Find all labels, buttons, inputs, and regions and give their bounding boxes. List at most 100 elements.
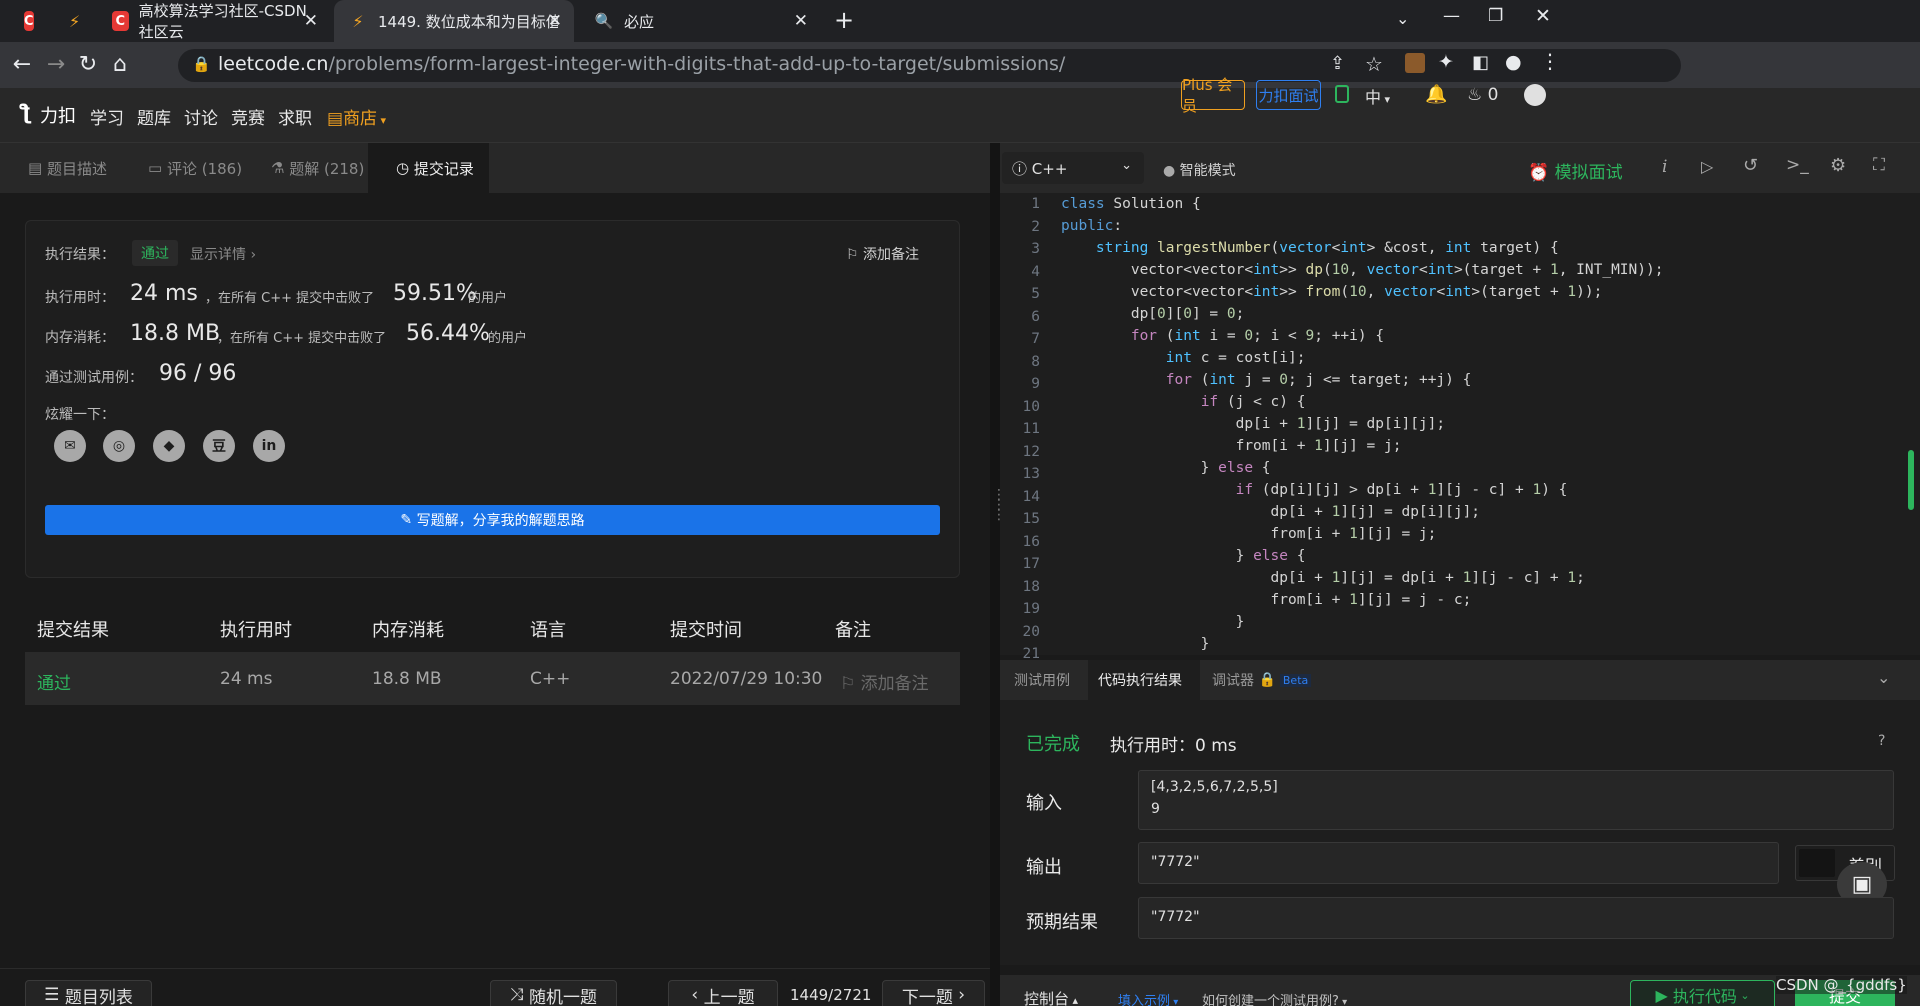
browser-tab-leetcode[interactable]: ⚡ 1449. 数位成本和为目标值的最大✕ <box>334 0 574 42</box>
nav-discuss[interactable]: 讨论 <box>184 104 218 129</box>
next-problem-button[interactable]: 下一题 › <box>882 980 985 1006</box>
console-toggle[interactable]: 控制台 ▴ <box>1024 988 1078 1006</box>
tab-run-result[interactable]: 代码执行结果 <box>1088 660 1200 700</box>
collapse-panel-icon[interactable]: ⌄ <box>1877 668 1890 687</box>
watermark: CSDN @_{gddfs} <box>1776 976 1907 994</box>
forward-icon[interactable]: → <box>42 52 70 77</box>
editor-scrollbar[interactable] <box>1908 450 1914 510</box>
expected-value: "7772" <box>1138 897 1894 939</box>
row-add-note[interactable]: ⚐ 添加备注 <box>840 669 929 694</box>
browser-tab-leetcode-pinned[interactable]: ⚡ <box>55 0 95 42</box>
panel-splitter[interactable] <box>990 143 1000 1006</box>
play-icon[interactable]: ▷ <box>1701 157 1713 176</box>
toggle-switch[interactable] <box>1799 849 1835 877</box>
interview-button[interactable]: 力扣面试 <box>1256 80 1321 110</box>
avatar[interactable] <box>1524 84 1546 106</box>
row-status[interactable]: 通过 <box>37 669 71 694</box>
side-panel-icon[interactable]: ◧ <box>1472 52 1489 73</box>
tab-search-icon[interactable]: ⌄ <box>1396 9 1409 28</box>
problem-list-label: 题目列表 <box>64 987 133 1006</box>
url-input[interactable]: 🔒 leetcode.cn/problems/form-largest-integ… <box>178 49 1681 82</box>
reset-icon[interactable]: ↺ <box>1743 155 1758 176</box>
tab-solutions[interactable]: ⚗ 题解 (218) <box>245 143 368 193</box>
leetcode-logo-icon[interactable]: ƪ <box>20 100 31 124</box>
status-badge: 通过 <box>132 240 178 266</box>
browser-tab-csdn-pinned[interactable]: C <box>10 0 55 42</box>
settings-gear-icon[interactable]: ⚙ <box>1830 155 1846 176</box>
language-select[interactable]: ⓘ C++ ⌄ <box>1002 152 1144 184</box>
reload-icon[interactable]: ↻ <box>74 52 102 77</box>
write-solution-button[interactable]: ✎ 写题解，分享我的解题思路 <box>45 505 940 535</box>
extension-avatar-icon[interactable] <box>1405 53 1425 73</box>
info-italic-icon[interactable]: i <box>1662 157 1667 177</box>
mock-interview-button[interactable]: ⏰ 模拟面试 <box>1528 158 1623 183</box>
tab-debugger[interactable]: 调试器 🔒 Beta <box>1202 660 1332 700</box>
nav-jobs[interactable]: 求职 <box>278 104 312 129</box>
chevron-up-icon: ▴ <box>1069 994 1079 1006</box>
close-tab-icon[interactable]: ✕ <box>548 11 562 31</box>
nav-contest[interactable]: 竞赛 <box>231 104 265 129</box>
plus-member-button[interactable]: Plus 会员 <box>1181 76 1245 115</box>
back-icon[interactable]: ← <box>8 52 36 77</box>
code-line: } else { <box>1061 460 1271 476</box>
run-code-button[interactable]: ▶ 执行代码 ⌄ <box>1630 980 1775 1006</box>
linkedin-icon[interactable]: in <box>253 430 285 462</box>
problem-list-button[interactable]: ☰ 题目列表 <box>25 980 152 1006</box>
col-header-time: 执行用时 <box>220 620 292 641</box>
fill-example-button[interactable]: 填入示例 ▾ <box>1118 990 1178 1006</box>
browser-tab-csdn[interactable]: C 高校算法学习社区-CSDN社区云 ✕ <box>98 0 330 42</box>
line-number: 10 <box>1022 398 1040 415</box>
tab-testcase[interactable]: 测试用例 <box>1000 660 1088 700</box>
site-logo-text[interactable]: 力扣 <box>40 102 76 128</box>
profile-icon[interactable]: ● <box>1505 51 1522 73</box>
chevron-down-icon: ▾ <box>1170 997 1179 1006</box>
language-switch[interactable]: 中 ▾ <box>1365 84 1390 108</box>
prev-problem-button[interactable]: ‹ 上一题 <box>668 980 778 1006</box>
close-tab-icon[interactable]: ✕ <box>794 11 808 31</box>
close-window-icon[interactable]: ✕ <box>1535 5 1551 27</box>
qq-icon[interactable]: ◆ <box>153 430 185 462</box>
smart-mode-toggle[interactable]: ● 智能模式 <box>1163 160 1236 180</box>
help-icon[interactable]: ? <box>1878 733 1885 749</box>
nav-problemset[interactable]: 题库 <box>137 104 171 129</box>
show-detail-link[interactable]: 显示详情 › <box>190 244 256 264</box>
add-note-button[interactable]: ⚐ 添加备注 <box>846 244 919 264</box>
line-number: 2 <box>1031 218 1040 235</box>
close-tab-icon[interactable]: ✕ <box>304 11 318 31</box>
nav-learn[interactable]: 学习 <box>90 104 124 129</box>
tab-comments[interactable]: ▭ 评论 (186) <box>120 143 245 193</box>
mock-interview-label: 模拟面试 <box>1554 163 1623 183</box>
wechat-icon[interactable]: ✉ <box>54 430 86 462</box>
browser-menu-icon[interactable]: ⋮ <box>1540 49 1560 73</box>
minimize-icon[interactable]: — <box>1443 6 1460 26</box>
comment-icon: ▭ <box>148 159 167 177</box>
how-to-testcase-link[interactable]: 如何创建一个测试用例? ▾ <box>1202 990 1347 1006</box>
restore-icon[interactable]: ❐ <box>1488 6 1503 26</box>
extensions-puzzle-icon[interactable]: ✦ <box>1438 51 1454 73</box>
chevron-right-icon: › <box>952 985 966 1005</box>
run-time: 执行用时：0 ms <box>1110 736 1237 756</box>
points-display[interactable]: ♨ 0 <box>1467 85 1498 105</box>
share-page-icon[interactable]: ⇪ <box>1330 53 1345 74</box>
line-number: 9 <box>1031 376 1040 392</box>
random-problem-button[interactable]: ⤨ 随机一题 <box>490 980 617 1006</box>
fullscreen-icon[interactable]: ⛶ <box>1873 155 1885 175</box>
time-label: 执行用时： <box>45 290 115 306</box>
bookmark-star-icon[interactable]: ☆ <box>1365 52 1383 76</box>
code-line: from[i + 1][j] = j; <box>1061 526 1437 542</box>
browser-tab-bing[interactable]: 🔍 必应 ✕ <box>580 0 820 42</box>
home-icon[interactable]: ⌂ <box>106 52 134 77</box>
tab-submissions[interactable]: ◷ 提交记录 <box>368 143 489 193</box>
line-number: 6 <box>1031 308 1040 325</box>
tab-description[interactable]: ▤ 题目描述 <box>0 143 120 193</box>
mobile-app-icon[interactable] <box>1335 85 1349 103</box>
douban-icon[interactable]: 豆 <box>203 430 235 462</box>
expected-label: 预期结果 <box>1026 912 1098 933</box>
lock-icon: 🔒 <box>1254 672 1276 688</box>
notification-bell-icon[interactable]: 🔔 <box>1425 84 1447 105</box>
weibo-icon[interactable]: ◎ <box>103 430 135 462</box>
nav-shop[interactable]: ▤商店 ▾ <box>327 104 386 129</box>
new-tab-icon[interactable]: + <box>834 6 854 34</box>
terminal-icon[interactable]: >_ <box>1786 155 1809 175</box>
line-number: 7 <box>1031 331 1040 347</box>
